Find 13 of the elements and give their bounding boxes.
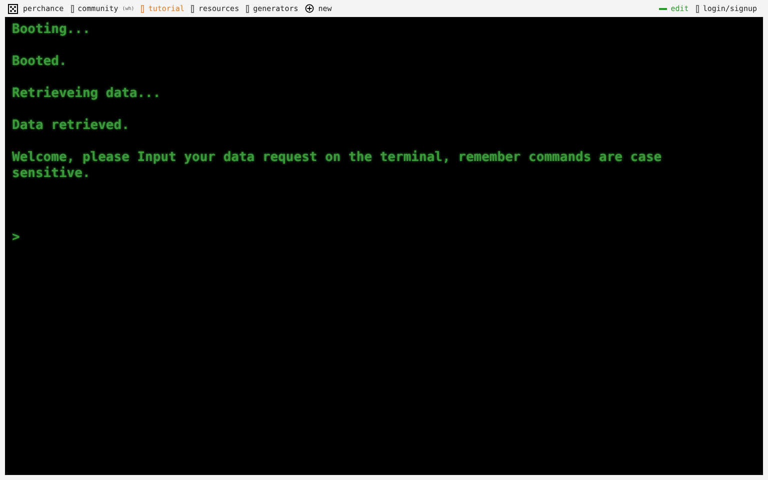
terminal-line: Booting... bbox=[12, 22, 92, 38]
link-icon bbox=[696, 4, 699, 12]
terminal-line: Welcome, please Input your data request on the terminal, remember commands are case sensitive. bbox=[12, 150, 663, 182]
link-icon bbox=[70, 4, 74, 12]
link-icon bbox=[191, 4, 194, 12]
plus-circle-icon bbox=[305, 4, 314, 13]
link-icon bbox=[246, 4, 250, 12]
link-icon bbox=[141, 4, 144, 12]
terminal-line: Booted. bbox=[12, 54, 68, 70]
dice-icon[interactable] bbox=[8, 4, 18, 14]
terminal-line: Retrieveing data... bbox=[12, 86, 162, 102]
terminal-line: Data retrieved. bbox=[12, 118, 130, 134]
terminal-prompt[interactable]: > bbox=[12, 230, 24, 246]
